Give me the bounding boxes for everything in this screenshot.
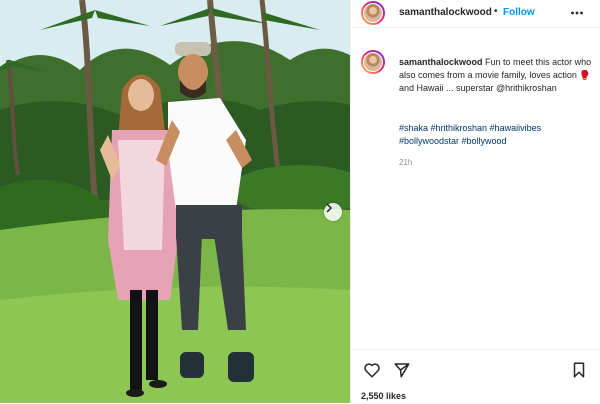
header-username[interactable]: samanthalockwood bbox=[399, 7, 492, 18]
likes-count[interactable]: 2,550 likes bbox=[361, 391, 406, 401]
avatar[interactable] bbox=[361, 1, 385, 25]
caption-avatar-image bbox=[363, 52, 383, 72]
post-caption: samanthalockwood Fun to meet this actor … bbox=[399, 56, 595, 95]
follow-button[interactable]: Follow bbox=[503, 7, 535, 18]
next-photo-button[interactable] bbox=[324, 203, 342, 221]
caption-hashtags[interactable]: #shaka #hrithikroshan #hawaiivibes #boll… bbox=[399, 122, 595, 148]
chevron-right-icon bbox=[326, 203, 333, 213]
more-options-icon[interactable] bbox=[570, 6, 584, 20]
heart-icon[interactable] bbox=[363, 361, 381, 379]
post-actions-bar: 2,550 likes bbox=[351, 349, 600, 404]
send-icon[interactable] bbox=[393, 361, 411, 379]
avatar-image bbox=[363, 3, 383, 23]
photo-illustration bbox=[0, 0, 350, 403]
post-details-panel: samanthalockwood • Follow samanthalockwo… bbox=[350, 0, 600, 403]
instagram-post: samanthalockwood • Follow samanthalockwo… bbox=[0, 0, 600, 403]
post-timestamp: 21h bbox=[399, 158, 413, 167]
bookmark-icon[interactable] bbox=[570, 361, 588, 379]
caption-username[interactable]: samanthalockwood bbox=[399, 57, 483, 67]
post-photo[interactable] bbox=[0, 0, 350, 403]
post-header: samanthalockwood • Follow bbox=[351, 0, 600, 28]
separator-dot: • bbox=[494, 6, 498, 17]
caption-avatar[interactable] bbox=[361, 50, 385, 74]
